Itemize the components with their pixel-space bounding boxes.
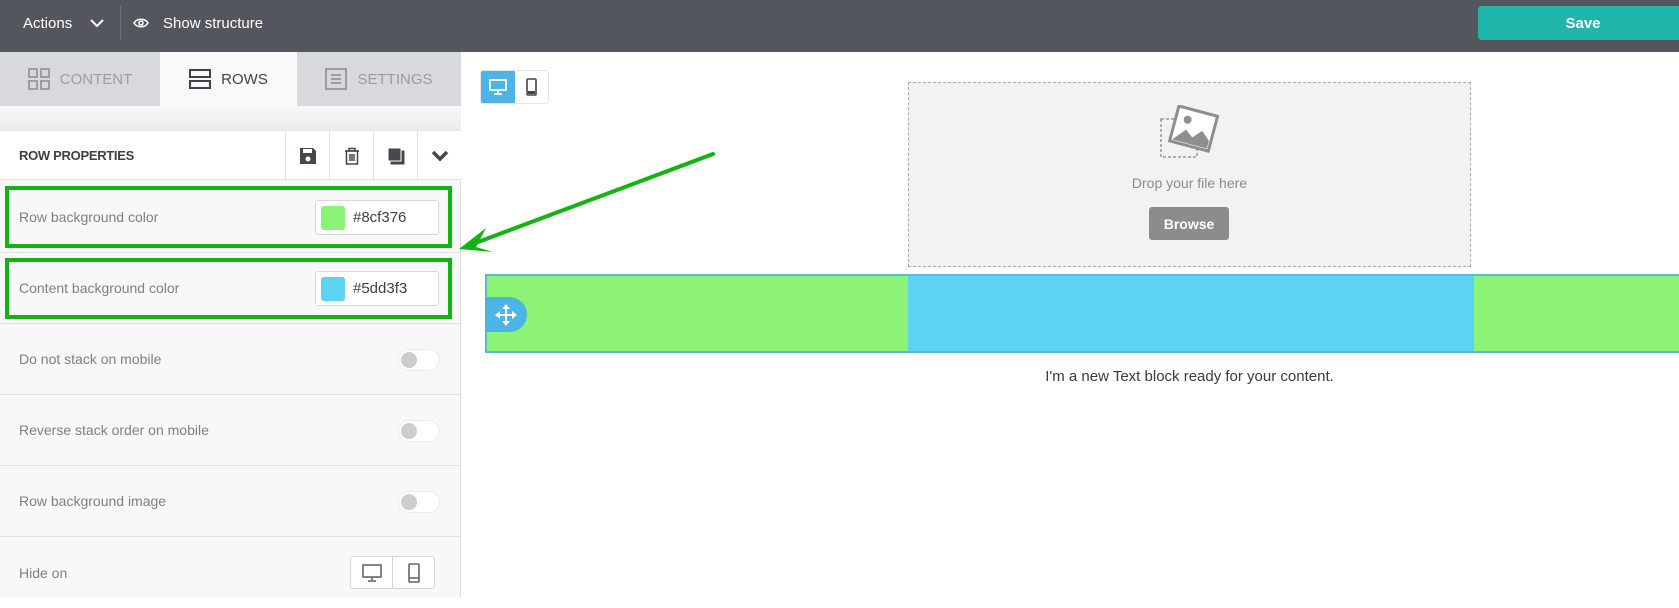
- toolbar-divider: [120, 6, 121, 40]
- image-drop-zone[interactable]: Drop your file here Browse: [908, 82, 1471, 267]
- duplicate-icon: [387, 147, 404, 165]
- browse-button[interactable]: Browse: [1149, 207, 1229, 240]
- hide-on-row: Hide on: [0, 537, 461, 608]
- toggle-knob: [401, 423, 417, 439]
- row-background-image-row: Row background image: [0, 466, 461, 537]
- settings-doc-icon: [325, 68, 348, 90]
- show-structure-label: Show structure: [163, 14, 264, 32]
- mobile-view-button[interactable]: [515, 71, 549, 103]
- do-not-stack-label: Do not stack on mobile: [19, 351, 162, 367]
- save-icon: [299, 148, 316, 164]
- desktop-icon: [488, 79, 507, 95]
- reverse-stack-label: Reverse stack order on mobile: [19, 422, 209, 438]
- hide-on-group: [350, 556, 435, 589]
- trash-icon: [344, 147, 359, 165]
- row-background-image-label: Row background image: [19, 493, 167, 509]
- row-properties-tools: [285, 131, 461, 181]
- hide-on-label: Hide on: [19, 564, 68, 581]
- desktop-view-button[interactable]: [481, 71, 515, 103]
- drop-file-text: Drop your file here: [1131, 175, 1248, 191]
- duplicate-row-button[interactable]: [373, 131, 417, 181]
- tab-settings-label: SETTINGS: [357, 70, 433, 88]
- actions-label: Actions: [23, 14, 73, 32]
- row-move-handle[interactable]: [485, 297, 527, 332]
- do-not-stack-row: Do not stack on mobile: [0, 324, 461, 395]
- tab-settings[interactable]: SETTINGS: [297, 52, 461, 106]
- image-placeholder-icon: [1160, 105, 1219, 158]
- do-not-stack-toggle[interactable]: [398, 349, 440, 371]
- toggle-knob: [401, 352, 417, 368]
- row-properties-header: ROW PROPERTIES: [0, 130, 461, 181]
- chevron-down-icon: [90, 18, 104, 27]
- toggle-knob: [401, 494, 417, 510]
- collapse-button[interactable]: [417, 131, 461, 181]
- chevron-down-icon: [431, 150, 448, 162]
- desktop-icon: [361, 563, 382, 582]
- reverse-stack-row: Reverse stack order on mobile: [0, 395, 461, 466]
- reverse-stack-toggle[interactable]: [398, 420, 440, 442]
- eye-icon: [133, 18, 149, 28]
- highlight-content-background: [5, 258, 452, 319]
- move-icon: [495, 303, 517, 326]
- rows-icon: [189, 69, 212, 89]
- device-view-toggle: [480, 70, 549, 104]
- top-bar: Actions Show structure Save: [0, 0, 1679, 52]
- row-background-image-toggle[interactable]: [398, 491, 440, 513]
- save-row-button[interactable]: [285, 131, 329, 181]
- delete-row-button[interactable]: [329, 131, 373, 181]
- tab-content[interactable]: CONTENT: [0, 52, 160, 106]
- tab-shadow: [0, 106, 461, 130]
- sidebar-tabs: CONTENT ROWS SETTINGS: [0, 52, 461, 106]
- tab-rows-label: ROWS: [221, 70, 268, 88]
- row-properties-title: ROW PROPERTIES: [19, 148, 134, 163]
- row-content-column[interactable]: [908, 276, 1474, 351]
- hide-on-mobile-button[interactable]: [392, 557, 434, 588]
- actions-menu[interactable]: Actions: [23, 0, 104, 46]
- mobile-icon: [407, 562, 420, 583]
- selected-row[interactable]: [485, 274, 1679, 353]
- hide-on-desktop-button[interactable]: [351, 557, 392, 588]
- text-block[interactable]: I'm a new Text block ready for your cont…: [908, 368, 1471, 385]
- highlight-row-background: [5, 186, 452, 248]
- tab-rows[interactable]: ROWS: [160, 52, 297, 106]
- show-structure-button[interactable]: Show structure: [133, 0, 263, 46]
- tab-content-label: CONTENT: [59, 70, 133, 88]
- grid-icon: [27, 68, 50, 90]
- mobile-icon: [525, 78, 537, 96]
- sidebar: CONTENT ROWS SETTINGS ROW PROPERTIES Row…: [0, 52, 461, 597]
- save-button[interactable]: Save: [1478, 6, 1679, 40]
